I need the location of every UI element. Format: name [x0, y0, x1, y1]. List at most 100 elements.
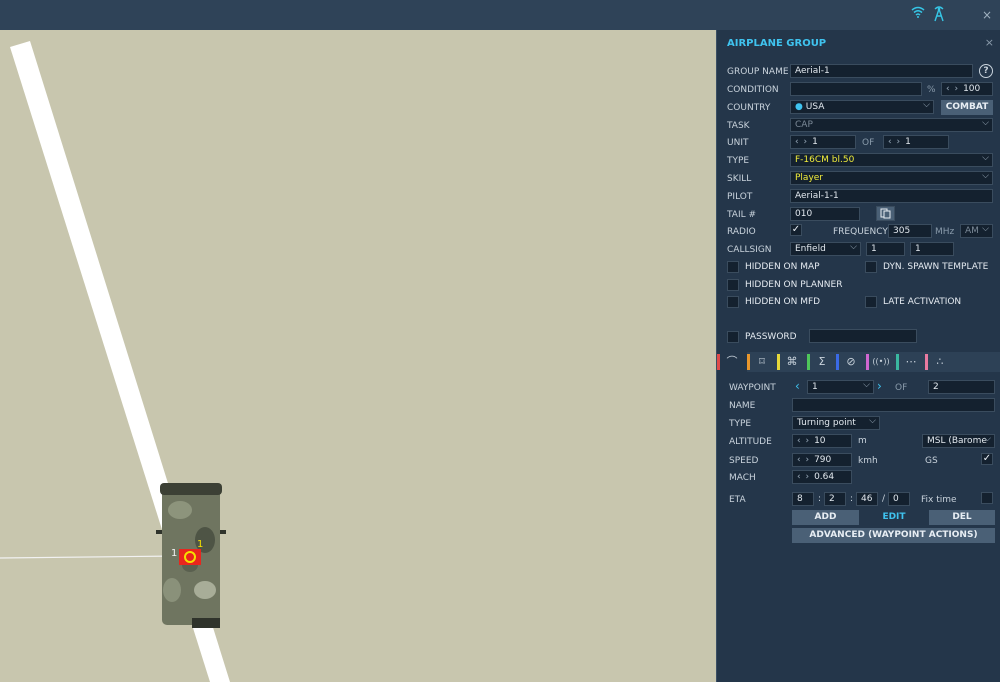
- stepper-arrows-icon[interactable]: ‹ ›: [795, 137, 808, 147]
- tail-number-input[interactable]: 010: [790, 207, 860, 221]
- gs-checkbox[interactable]: ✓: [981, 453, 993, 465]
- altitude-reference-select[interactable]: MSL (Barome: [922, 434, 995, 448]
- speed-unit: kmh: [858, 456, 878, 466]
- waypoint-type-select[interactable]: Turning point: [792, 416, 880, 430]
- country-select[interactable]: ● USA: [790, 100, 934, 114]
- unit-marker[interactable]: [179, 549, 201, 565]
- top-bar: ×: [0, 0, 1000, 30]
- edit-waypoint-button[interactable]: EDIT: [861, 510, 927, 525]
- restriction-tab[interactable]: ⊘: [836, 352, 866, 372]
- hidden-on-planner-label: HIDDEN ON PLANNER: [745, 280, 843, 290]
- late-activation-checkbox[interactable]: [865, 296, 877, 308]
- formation-tab[interactable]: ∴: [925, 352, 955, 372]
- country-label: COUNTRY: [727, 103, 771, 113]
- next-waypoint-icon[interactable]: ›: [877, 379, 882, 393]
- frequency-unit: MHz: [935, 227, 955, 237]
- eta-label: ETA: [729, 495, 746, 505]
- altitude-label: ALTITUDE: [729, 437, 772, 447]
- more-tab[interactable]: ⋯: [896, 352, 926, 372]
- antenna-icon[interactable]: [931, 6, 947, 24]
- condition-label: CONDITION: [727, 85, 779, 95]
- combat-button[interactable]: COMBAT: [941, 100, 993, 115]
- speed-stepper[interactable]: ‹ › 790: [792, 453, 852, 467]
- unit-number-label: 1: [197, 539, 204, 550]
- condition-input[interactable]: [790, 82, 922, 96]
- group-name-label: GROUP NAME: [727, 67, 789, 77]
- eta-minute-input[interactable]: 46: [856, 492, 878, 506]
- fix-time-checkbox[interactable]: [981, 492, 993, 504]
- eta-hour-input[interactable]: 2: [824, 492, 846, 506]
- editor-tab-strip: ⌒ ⌑ ⌘ Σ ⊘ ((•)) ⋯ ∴: [717, 352, 1000, 372]
- waypoint-name-label: NAME: [729, 401, 756, 411]
- unit-label: UNIT: [727, 138, 749, 148]
- unit-stepper[interactable]: ‹ › 1: [790, 135, 856, 149]
- tab-color-marker: [836, 354, 839, 370]
- altitude-stepper[interactable]: ‹ › 10: [792, 434, 852, 448]
- map-canvas: [0, 41, 230, 682]
- password-checkbox[interactable]: [727, 331, 739, 343]
- pilot-input[interactable]: Aerial-1-1: [790, 189, 993, 203]
- callsign-number-1[interactable]: 1: [866, 242, 905, 256]
- unit-of-stepper[interactable]: ‹ › 1: [883, 135, 949, 149]
- advanced-waypoint-actions-button[interactable]: ADVANCED (WAYPOINT ACTIONS): [792, 528, 995, 543]
- unit-label: 1: [171, 548, 178, 559]
- radio-checkbox[interactable]: ✓: [790, 224, 802, 236]
- summary-tab[interactable]: Σ: [807, 352, 837, 372]
- skill-select[interactable]: Player: [790, 171, 993, 185]
- waypoint-select[interactable]: 1: [807, 380, 874, 394]
- tab-color-marker: [717, 354, 720, 370]
- waypoint-name-input[interactable]: [792, 398, 995, 412]
- tab-color-marker: [747, 354, 750, 370]
- frequency-label: FREQUENCY: [833, 227, 888, 237]
- waypoint-label: WAYPOINT: [729, 383, 776, 393]
- close-icon[interactable]: ×: [982, 8, 992, 22]
- speed-label: SPEED: [729, 456, 759, 466]
- aircraft-type-select[interactable]: F-16CM bl.50: [790, 153, 993, 167]
- eta-separator: /: [882, 494, 886, 504]
- stepper-arrows-icon[interactable]: ‹ ›: [797, 472, 810, 482]
- task-label: TASK: [727, 121, 750, 131]
- condition-unit: %: [927, 85, 936, 95]
- group-name-input[interactable]: Aerial-1: [790, 64, 973, 78]
- hidden-on-planner-checkbox[interactable]: [727, 279, 739, 291]
- drone-icon: ⌘: [786, 355, 798, 368]
- hidden-on-map-checkbox[interactable]: [727, 261, 739, 273]
- waypoint-of-label: OF: [895, 383, 908, 393]
- radio-tab[interactable]: ((•)): [866, 352, 896, 372]
- airplane-group-panel: AIRPLANE GROUP × GROUP NAME Aerial-1 ? C…: [716, 30, 1000, 682]
- modulation-select[interactable]: AM: [960, 224, 993, 238]
- stepper-arrows-icon[interactable]: ‹ ›: [797, 455, 810, 465]
- stepper-arrows-icon[interactable]: ‹ ›: [888, 137, 901, 147]
- condition-percent-stepper[interactable]: ‹ › 100: [941, 82, 993, 96]
- callsign-select[interactable]: Enfield: [790, 242, 861, 256]
- target-icon: ⌑: [759, 355, 765, 368]
- tab-color-marker: [925, 354, 928, 370]
- stepper-arrows-icon[interactable]: ‹ ›: [797, 436, 810, 446]
- callsign-number-2[interactable]: 1: [910, 242, 954, 256]
- copy-icon[interactable]: [876, 206, 895, 221]
- tab-color-marker: [866, 354, 869, 370]
- route-tab[interactable]: ⌒: [717, 352, 747, 372]
- map-view[interactable]: 1 1: [0, 30, 716, 682]
- previous-waypoint-icon[interactable]: ‹: [795, 379, 800, 393]
- radio-label: RADIO: [727, 227, 756, 237]
- task-select[interactable]: CAP: [790, 118, 993, 132]
- stepper-arrows-icon[interactable]: ‹ ›: [946, 84, 959, 94]
- eta-second-input[interactable]: 0: [888, 492, 910, 506]
- dyn-spawn-template-checkbox[interactable]: [865, 261, 877, 273]
- unit-of-label: OF: [862, 138, 875, 148]
- wifi-icon[interactable]: [910, 6, 926, 24]
- drone-tab[interactable]: ⌘: [777, 352, 807, 372]
- hidden-on-mfd-label: HIDDEN ON MFD: [745, 297, 821, 307]
- password-input[interactable]: [809, 329, 917, 343]
- eta-day-input[interactable]: 8: [792, 492, 814, 506]
- country-dot-icon: ●: [795, 102, 803, 112]
- target-tab[interactable]: ⌑: [747, 352, 777, 372]
- close-icon[interactable]: ×: [985, 36, 994, 49]
- hidden-on-mfd-checkbox[interactable]: [727, 296, 739, 308]
- help-icon[interactable]: ?: [979, 64, 993, 78]
- delete-waypoint-button[interactable]: DEL: [929, 510, 995, 525]
- add-waypoint-button[interactable]: ADD: [792, 510, 859, 525]
- mach-stepper[interactable]: ‹ › 0.64: [792, 470, 852, 484]
- frequency-input[interactable]: 305: [888, 224, 932, 238]
